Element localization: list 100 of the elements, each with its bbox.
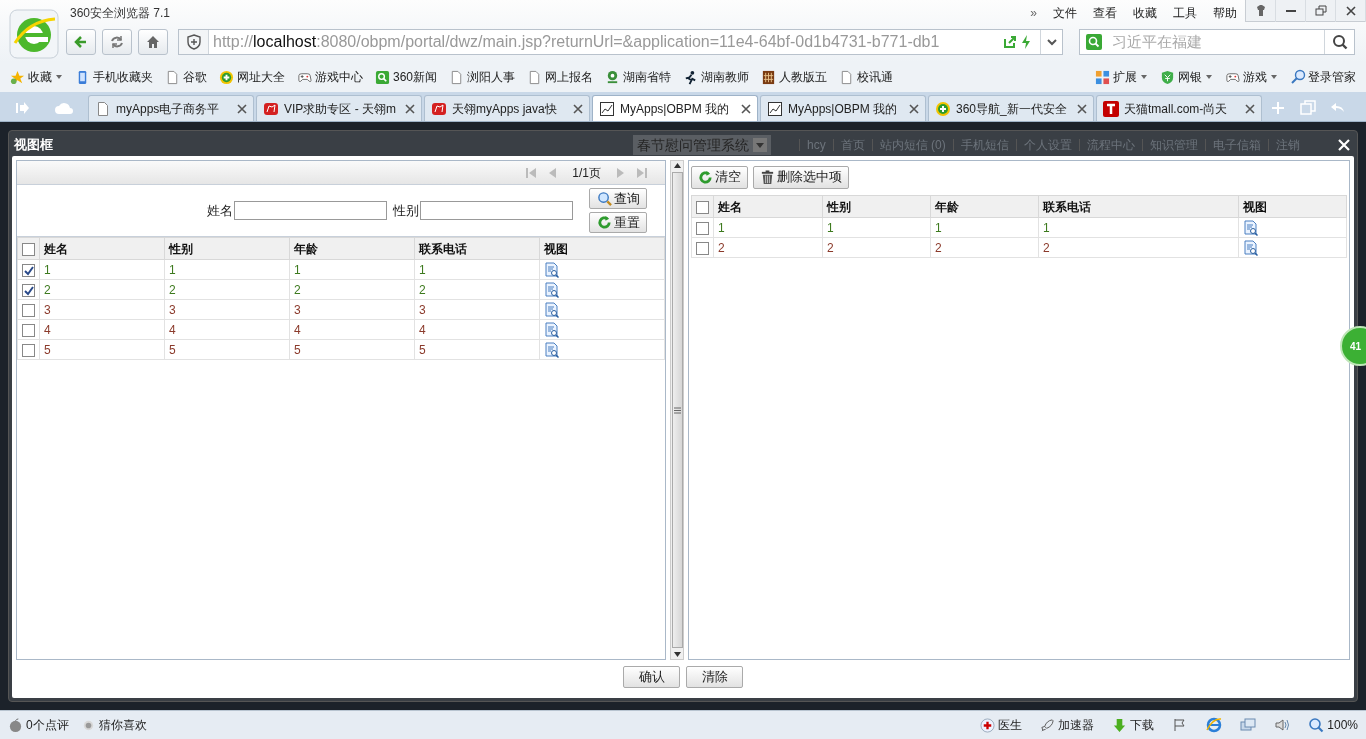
dialog-button[interactable]: 确认: [623, 666, 680, 688]
menu-item[interactable]: »: [1022, 4, 1045, 22]
checkbox[interactable]: [22, 303, 35, 317]
back-button[interactable]: [66, 29, 96, 55]
input-field[interactable]: [234, 201, 387, 220]
ie-button[interactable]: [1206, 717, 1223, 733]
share-icon[interactable]: [1002, 34, 1018, 50]
bookmark-link[interactable]: 网上报名: [527, 68, 594, 86]
browser-tab[interactable]: MyApps|OBPM 我的: [760, 95, 926, 121]
close-icon[interactable]: [909, 103, 919, 114]
search-engine-icon[interactable]: [1086, 34, 1102, 50]
check-icon: [23, 264, 34, 276]
toolbar-link[interactable]: 登录管家: [1290, 68, 1356, 86]
toolbar-link[interactable]: 网银: [1160, 68, 1213, 86]
speaker-button[interactable]: [1274, 717, 1291, 733]
status-link[interactable]: 下载: [1112, 716, 1155, 734]
view-button[interactable]: [544, 301, 560, 318]
checkbox[interactable]: [22, 343, 35, 357]
view-button[interactable]: [1243, 219, 1259, 236]
table-cell: 5: [289, 339, 415, 360]
menu-item[interactable]: 收藏: [1125, 4, 1165, 22]
checkbox[interactable]: [22, 323, 35, 337]
browser-tab[interactable]: 天猫tmall.com-尚天: [1096, 95, 1262, 121]
table-cell: 3: [164, 299, 290, 320]
key-search-icon: [1290, 69, 1306, 85]
bookmark-link[interactable]: 湖南教师: [683, 68, 750, 86]
toolbar-button[interactable]: 删除选中项: [753, 165, 849, 189]
bookmark-link[interactable]: 360新闻: [375, 68, 438, 86]
view-button[interactable]: [544, 261, 560, 278]
zoom-control[interactable]: 100%: [1308, 716, 1358, 734]
home-button[interactable]: [138, 29, 168, 55]
checkbox[interactable]: [696, 200, 709, 214]
menu-item[interactable]: 文件: [1045, 4, 1085, 22]
close-icon[interactable]: [237, 103, 247, 114]
bookmark-link[interactable]: 手机收藏夹: [75, 68, 153, 86]
view-button[interactable]: [544, 321, 560, 338]
bookmark-link[interactable]: 谷歌: [165, 68, 207, 86]
search-field[interactable]: 习近平在福建: [1079, 29, 1355, 55]
table-cell: 1: [713, 217, 823, 238]
column-header: 性别: [164, 237, 290, 260]
browser-tab[interactable]: 360导航_新一代安全: [928, 95, 1094, 121]
close-icon[interactable]: [405, 103, 415, 114]
browser-tab[interactable]: MyApps|OBPM 我的: [592, 95, 758, 121]
search-input[interactable]: 习近平在福建: [1112, 30, 1324, 54]
bookmark-link[interactable]: 浏阳人事: [449, 68, 516, 86]
checkbox[interactable]: [696, 241, 709, 255]
refresh-button[interactable]: [102, 29, 132, 55]
view-button[interactable]: [544, 281, 560, 298]
browser-tab[interactable]: myApps电子商务平: [88, 95, 254, 121]
toolbar-link[interactable]: 游戏: [1225, 68, 1278, 86]
first-page-icon[interactable]: [524, 165, 539, 180]
close-icon[interactable]: [741, 103, 751, 114]
browser-tab[interactable]: VIP求助专区 - 天翎m: [256, 95, 422, 121]
close-icon[interactable]: [573, 103, 583, 114]
checkbox[interactable]: [22, 263, 35, 277]
bookmark-link[interactable]: 湖南省特: [605, 68, 672, 86]
cloud-icon: [54, 101, 74, 115]
bookmark-link[interactable]: 收藏: [10, 68, 63, 86]
chart-icon: [767, 100, 783, 117]
chart-icon: [599, 100, 615, 117]
toolbar-button[interactable]: 查询: [589, 188, 647, 209]
close-button[interactable]: [1336, 137, 1352, 153]
menu-item[interactable]: 帮助: [1205, 4, 1245, 22]
refresh-icon: [698, 169, 713, 185]
checkbox[interactable]: [696, 221, 709, 235]
windows-button[interactable]: [1240, 717, 1257, 733]
close-icon[interactable]: [1245, 103, 1255, 114]
toolbar-link[interactable]: 扩展: [1095, 68, 1148, 86]
bookmark-link[interactable]: 网址大全: [219, 68, 285, 86]
toolbar-button[interactable]: 重置: [589, 212, 647, 233]
checkbox[interactable]: [22, 242, 35, 256]
status-link[interactable]: 医生: [980, 716, 1023, 734]
close-icon[interactable]: [1077, 103, 1087, 114]
scrollbar[interactable]: [670, 160, 684, 660]
address-field[interactable]: http://localhost:8080/obpm/portal/dwz/main.jsp?returnUrl=&application=11e4-64bf-0d1b4731-b771-db1: [178, 29, 1063, 55]
dialog-button[interactable]: 清除: [686, 666, 743, 688]
bookmark-link[interactable]: 游戏中心: [297, 68, 363, 86]
shield-icon[interactable]: [185, 34, 202, 50]
table-cell: 4: [39, 319, 165, 340]
page-icon: [165, 69, 180, 85]
status-link[interactable]: 猜你喜欢: [80, 716, 147, 734]
table-cell: 1: [164, 259, 290, 280]
bookmark-link[interactable]: 校讯通: [839, 68, 894, 86]
document-search-icon: [544, 261, 560, 278]
menu-item[interactable]: 查看: [1085, 4, 1125, 22]
bookmark-link[interactable]: 人教版五: [761, 68, 828, 86]
toolbar-button[interactable]: 清空: [691, 165, 748, 189]
checkbox[interactable]: [22, 283, 35, 297]
status-link[interactable]: 0个点评: [8, 716, 69, 734]
last-page-icon[interactable]: [635, 165, 649, 180]
view-button[interactable]: [544, 341, 560, 358]
chevron-down-icon[interactable]: [1045, 36, 1058, 48]
status-link[interactable]: 加速器: [1040, 716, 1095, 734]
browser-tab[interactable]: 天翎myApps java快: [424, 95, 590, 121]
input-field[interactable]: [420, 201, 573, 220]
view-button[interactable]: [1243, 239, 1259, 256]
caret-icon: [1205, 73, 1213, 81]
menu-item[interactable]: 工具: [1165, 4, 1205, 22]
table-cell: 5: [414, 339, 540, 360]
url-text: http://localhost:8080/obpm/portal/dwz/main.jsp?returnUrl=&application=11e4-64bf-0d1b4731-b771-db1: [212, 32, 941, 52]
